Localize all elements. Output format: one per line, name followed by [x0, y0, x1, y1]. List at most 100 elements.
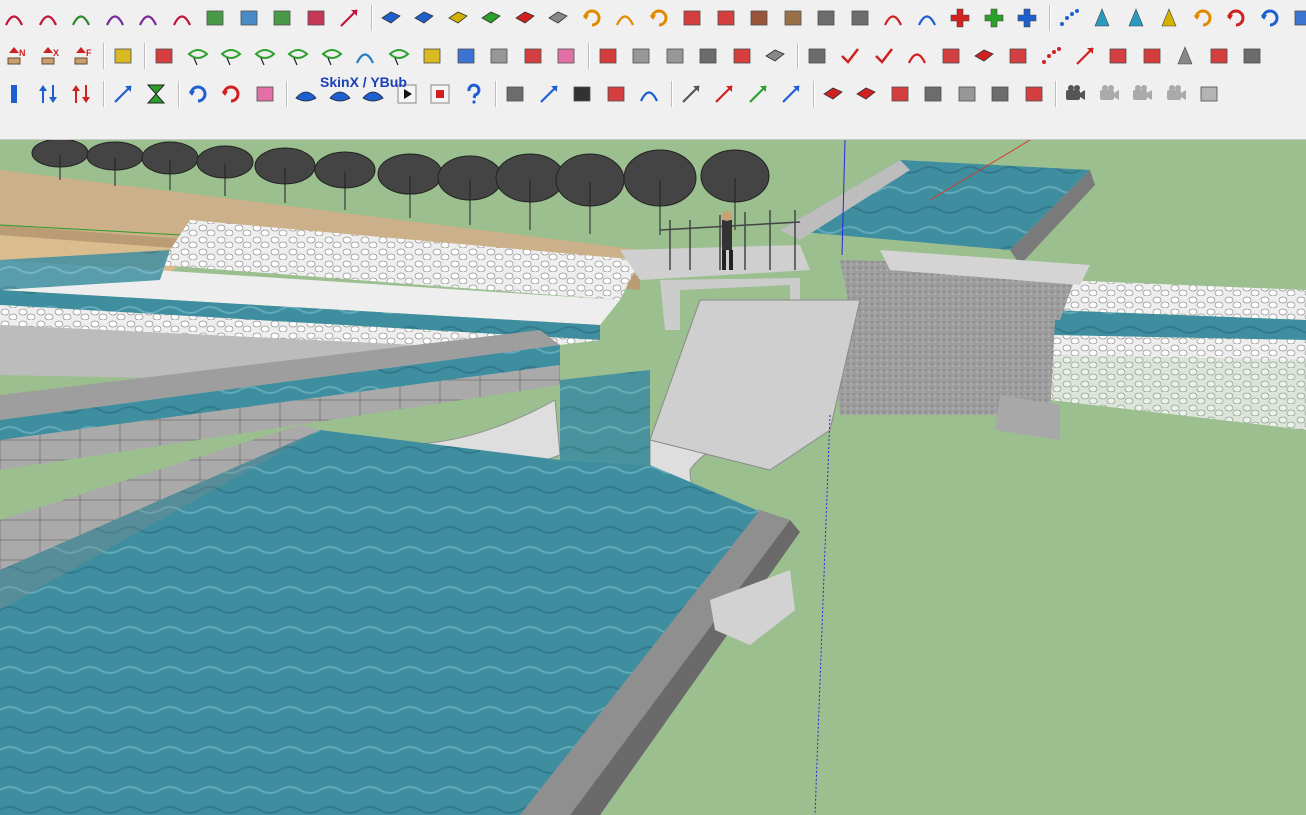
tent-button[interactable] [1171, 42, 1199, 70]
grid-button[interactable] [694, 42, 722, 70]
ellipse-lasso-button[interactable] [284, 42, 312, 70]
arc-hook-button[interactable] [101, 4, 129, 32]
flag-button[interactable] [745, 4, 773, 32]
plane-outline-button[interactable] [501, 80, 529, 108]
undo-red-button[interactable] [217, 80, 245, 108]
loop-red-button[interactable] [1222, 4, 1250, 32]
cross-blue-button[interactable] [1013, 4, 1041, 32]
upload-button[interactable] [1205, 42, 1233, 70]
flip-up-down-red-button[interactable] [67, 80, 95, 108]
check-curve-button[interactable] [903, 42, 931, 70]
polygon-button[interactable] [235, 4, 263, 32]
3d-model-viewport[interactable] [0, 140, 1306, 815]
triangle-play-button[interactable] [335, 4, 363, 32]
plane-red-button[interactable] [602, 80, 630, 108]
ruler-button[interactable] [109, 42, 137, 70]
dot-grid-button[interactable] [1055, 4, 1083, 32]
bar-blue-button[interactable] [0, 80, 28, 108]
push-face-button[interactable] [377, 4, 405, 32]
cut-face-button[interactable] [594, 42, 622, 70]
chain-button[interactable] [812, 4, 840, 32]
circle-small-lasso-button[interactable] [385, 42, 413, 70]
droplet-button[interactable] [1088, 4, 1116, 32]
angle-red-button[interactable] [1071, 42, 1099, 70]
oval-button[interactable] [302, 4, 330, 32]
drape-button[interactable] [919, 80, 947, 108]
bend-button[interactable] [611, 4, 639, 32]
loop-blue-button[interactable] [1256, 4, 1284, 32]
arc-button[interactable] [0, 4, 28, 32]
freehand-curve-button[interactable] [67, 4, 95, 32]
box-brown-button[interactable] [779, 4, 807, 32]
cursor-red-button[interactable] [870, 42, 898, 70]
f-arrow-button[interactable]: F [67, 42, 95, 70]
path-dots-button[interactable] [1037, 42, 1065, 70]
twist-button[interactable] [645, 4, 673, 32]
blob-button[interactable] [485, 42, 513, 70]
hatch-button[interactable] [803, 42, 831, 70]
extrude-blue-button[interactable] [410, 4, 438, 32]
hourglass-button[interactable] [142, 80, 170, 108]
terrain-button[interactable] [819, 80, 847, 108]
extrude-green-button[interactable] [477, 4, 505, 32]
check-red-button[interactable] [836, 42, 864, 70]
flip-up-down-blue-button[interactable] [34, 80, 62, 108]
mesh-red-button[interactable] [852, 80, 880, 108]
wrench-button[interactable] [268, 4, 296, 32]
eraser-pink-button[interactable] [552, 42, 580, 70]
diagonal-arrow-button[interactable] [109, 80, 137, 108]
window-button[interactable] [661, 42, 689, 70]
arrow-red-button[interactable] [519, 42, 547, 70]
slash-blue-button[interactable] [777, 80, 805, 108]
frame-red-button[interactable] [712, 4, 740, 32]
paper-plane-button[interactable] [1195, 80, 1223, 108]
polyline-button[interactable] [201, 4, 229, 32]
arrow-blue-button[interactable] [1289, 4, 1306, 32]
axis-arrows-button[interactable] [846, 4, 874, 32]
slash-red-button[interactable] [710, 80, 738, 108]
cross-green-button[interactable] [980, 4, 1008, 32]
door-red-button[interactable] [1004, 42, 1032, 70]
curve-dots-blue-button[interactable] [913, 4, 941, 32]
slash-green-button[interactable] [744, 80, 772, 108]
arc-2pt-button[interactable] [34, 4, 62, 32]
rotate-orange-button[interactable] [578, 4, 606, 32]
eraser-button[interactable] [251, 80, 279, 108]
hex-lasso-button[interactable] [251, 42, 279, 70]
cube-red-button[interactable] [1138, 42, 1166, 70]
circle-lasso-button[interactable] [217, 42, 245, 70]
polygon-blue-button[interactable] [452, 42, 480, 70]
extrude-red-button[interactable] [511, 4, 539, 32]
rect-lasso-button[interactable] [184, 42, 212, 70]
stamp-button[interactable] [886, 80, 914, 108]
stop-button[interactable] [426, 80, 454, 108]
arc-pie-button[interactable] [168, 4, 196, 32]
parallelogram-lasso-button[interactable] [318, 42, 346, 70]
tile-red-button[interactable] [970, 42, 998, 70]
camera-grey-button[interactable] [1095, 80, 1123, 108]
pencil-red-button[interactable] [150, 42, 178, 70]
camera-2-button[interactable] [1128, 80, 1156, 108]
smoove-button[interactable] [953, 80, 981, 108]
roof-button[interactable] [937, 42, 965, 70]
skin-x-button[interactable] [292, 80, 320, 108]
corner-red-button[interactable] [678, 4, 706, 32]
camera-3-button[interactable] [1162, 80, 1190, 108]
house-button[interactable] [627, 42, 655, 70]
camera-button[interactable] [1061, 80, 1089, 108]
help-button[interactable] [460, 80, 488, 108]
add-detail-button[interactable] [1020, 80, 1048, 108]
curve-dots-red-button[interactable] [879, 4, 907, 32]
arc-lasso-button[interactable] [351, 42, 379, 70]
tree-droplet-button[interactable] [1122, 4, 1150, 32]
loop-orange-button[interactable] [1189, 4, 1217, 32]
cone-button[interactable] [1155, 4, 1183, 32]
north-arrow-button[interactable]: N [0, 42, 28, 70]
slash-x-button[interactable] [677, 80, 705, 108]
stack-button[interactable] [761, 42, 789, 70]
flip-edge-button[interactable] [986, 80, 1014, 108]
caret-button[interactable] [568, 80, 596, 108]
diamond-red-button[interactable] [1104, 42, 1132, 70]
undo-blue-button[interactable] [184, 80, 212, 108]
grid-plane-button[interactable] [544, 4, 572, 32]
